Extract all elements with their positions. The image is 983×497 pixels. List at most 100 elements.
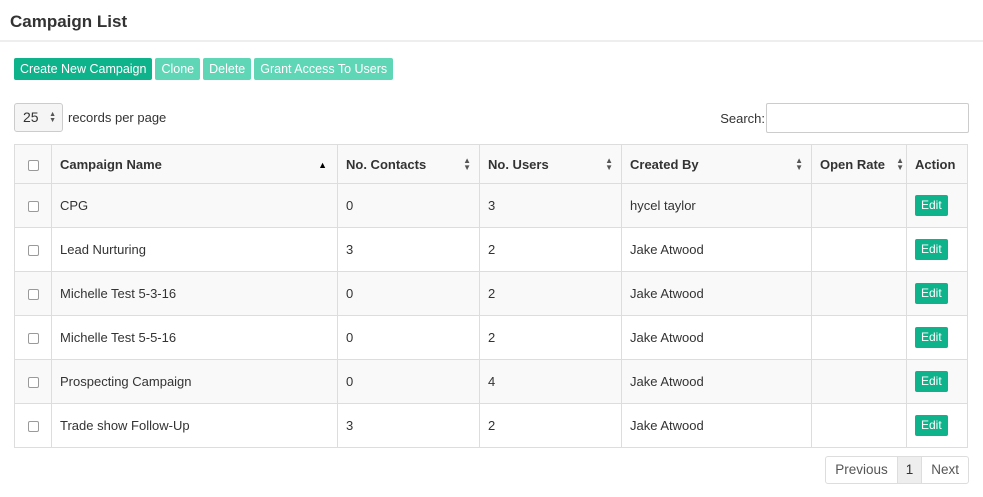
search-control: Search: <box>720 103 969 133</box>
page-header: Campaign List <box>0 0 983 42</box>
column-header-created-by[interactable]: Created By ▲ ▼ <box>621 144 812 184</box>
edit-button[interactable]: Edit <box>915 239 948 260</box>
users-cell: 2 <box>479 271 622 316</box>
row-checkbox[interactable] <box>27 421 39 433</box>
row-checkbox[interactable] <box>27 201 39 213</box>
edit-button[interactable]: Edit <box>915 327 948 348</box>
edit-button[interactable]: Edit <box>915 195 948 216</box>
created-by-cell: Jake Atwood <box>621 227 812 272</box>
table-row: Lead Nurturing 3 2 Jake Atwood Edit <box>14 227 968 272</box>
row-checkbox[interactable] <box>27 333 39 345</box>
action-cell: Edit <box>906 315 968 360</box>
previous-page-button[interactable]: Previous <box>826 457 897 483</box>
sort-both-icon: ▲ ▼ <box>896 156 904 172</box>
column-header-open-rate[interactable]: Open Rate ▲ ▼ <box>811 144 907 184</box>
open-rate-cell <box>811 227 907 272</box>
row-checkbox-cell <box>14 359 52 404</box>
contacts-cell: 3 <box>337 227 480 272</box>
contacts-cell: 0 <box>337 359 480 404</box>
table-row: CPG 0 3 hycel taylor Edit <box>14 183 968 228</box>
open-rate-cell <box>811 315 907 360</box>
page-title: Campaign List <box>10 12 128 31</box>
table-row: Prospecting Campaign 0 4 Jake Atwood Edi… <box>14 359 968 404</box>
edit-button[interactable]: Edit <box>915 371 948 392</box>
action-cell: Edit <box>906 271 968 316</box>
select-all-cell <box>14 144 52 184</box>
row-checkbox-cell <box>14 315 52 360</box>
pagination: Previous 1 Next <box>825 456 969 484</box>
campaign-name-cell: Michelle Test 5-3-16 <box>51 271 338 316</box>
open-rate-cell <box>811 359 907 404</box>
column-label: Created By <box>630 156 699 172</box>
records-per-page-value: 25 <box>23 109 39 125</box>
grant-access-button[interactable]: Grant Access To Users <box>254 58 394 80</box>
column-label: Action <box>915 156 956 172</box>
campaign-name-cell: CPG <box>51 183 338 228</box>
select-all-checkbox[interactable] <box>27 159 39 171</box>
open-rate-cell <box>811 183 907 228</box>
row-checkbox[interactable] <box>27 245 39 257</box>
campaign-name-cell: Lead Nurturing <box>51 227 338 272</box>
campaign-table: Campaign Name ▲ No. Contacts ▲ ▼ No. User… <box>14 144 968 448</box>
column-label: Open Rate <box>820 156 886 172</box>
toolbar: Create New Campaign Clone Delete Grant A… <box>14 58 394 80</box>
open-rate-cell <box>811 403 907 448</box>
row-checkbox-cell <box>14 227 52 272</box>
contacts-cell: 0 <box>337 271 480 316</box>
table-row: Michelle Test 5-5-16 0 2 Jake Atwood Edi… <box>14 315 968 360</box>
contacts-cell: 3 <box>337 403 480 448</box>
row-checkbox-cell <box>14 403 52 448</box>
users-cell: 2 <box>479 403 622 448</box>
row-checkbox[interactable] <box>27 377 39 389</box>
edit-button[interactable]: Edit <box>915 283 948 304</box>
current-page-button[interactable]: 1 <box>896 457 923 483</box>
table-row: Michelle Test 5-3-16 0 2 Jake Atwood Edi… <box>14 271 968 316</box>
sort-ascending-icon: ▲ <box>318 160 327 170</box>
sort-both-icon: ▲ ▼ <box>605 156 613 172</box>
row-checkbox-cell <box>14 183 52 228</box>
sort-both-icon: ▲ ▼ <box>463 156 471 172</box>
records-per-page-control: 25 ▲ ▼ records per page <box>14 103 166 132</box>
column-label: No. Users <box>488 156 549 172</box>
contacts-cell: 0 <box>337 183 480 228</box>
clone-button[interactable]: Clone <box>155 58 201 80</box>
column-header-contacts[interactable]: No. Contacts ▲ ▼ <box>337 144 480 184</box>
search-input[interactable] <box>766 103 969 133</box>
users-cell: 4 <box>479 359 622 404</box>
records-per-page-label: records per page <box>68 110 167 125</box>
delete-button[interactable]: Delete <box>203 58 252 80</box>
created-by-cell: Jake Atwood <box>621 403 812 448</box>
created-by-cell: Jake Atwood <box>621 359 812 404</box>
column-label: Campaign Name <box>60 156 162 172</box>
created-by-cell: Jake Atwood <box>621 271 812 316</box>
column-header-campaign-name[interactable]: Campaign Name ▲ <box>51 144 338 184</box>
column-header-action: Action <box>906 144 968 184</box>
row-checkbox-cell <box>14 271 52 316</box>
edit-button[interactable]: Edit <box>915 415 948 436</box>
campaign-name-cell: Michelle Test 5-5-16 <box>51 315 338 360</box>
action-cell: Edit <box>906 183 968 228</box>
campaign-name-cell: Prospecting Campaign <box>51 359 338 404</box>
created-by-cell: hycel taylor <box>621 183 812 228</box>
create-campaign-button[interactable]: Create New Campaign <box>14 58 153 80</box>
column-header-users[interactable]: No. Users ▲ ▼ <box>479 144 622 184</box>
open-rate-cell <box>811 271 907 316</box>
column-label: No. Contacts <box>346 156 427 172</box>
table-header-row: Campaign Name ▲ No. Contacts ▲ ▼ No. User… <box>14 144 968 184</box>
action-cell: Edit <box>906 359 968 404</box>
table-row: Trade show Follow-Up 3 2 Jake Atwood Edi… <box>14 403 968 448</box>
campaign-name-cell: Trade show Follow-Up <box>51 403 338 448</box>
next-page-button[interactable]: Next <box>922 457 968 483</box>
action-cell: Edit <box>906 227 968 272</box>
users-cell: 2 <box>479 227 622 272</box>
created-by-cell: Jake Atwood <box>621 315 812 360</box>
records-per-page-select[interactable]: 25 ▲ ▼ <box>14 103 63 132</box>
search-label: Search: <box>720 110 765 126</box>
select-arrows-icon: ▲ ▼ <box>49 111 56 124</box>
users-cell: 3 <box>479 183 622 228</box>
action-cell: Edit <box>906 403 968 448</box>
sort-both-icon: ▲ ▼ <box>795 156 803 172</box>
users-cell: 2 <box>479 315 622 360</box>
contacts-cell: 0 <box>337 315 480 360</box>
row-checkbox[interactable] <box>27 289 39 301</box>
